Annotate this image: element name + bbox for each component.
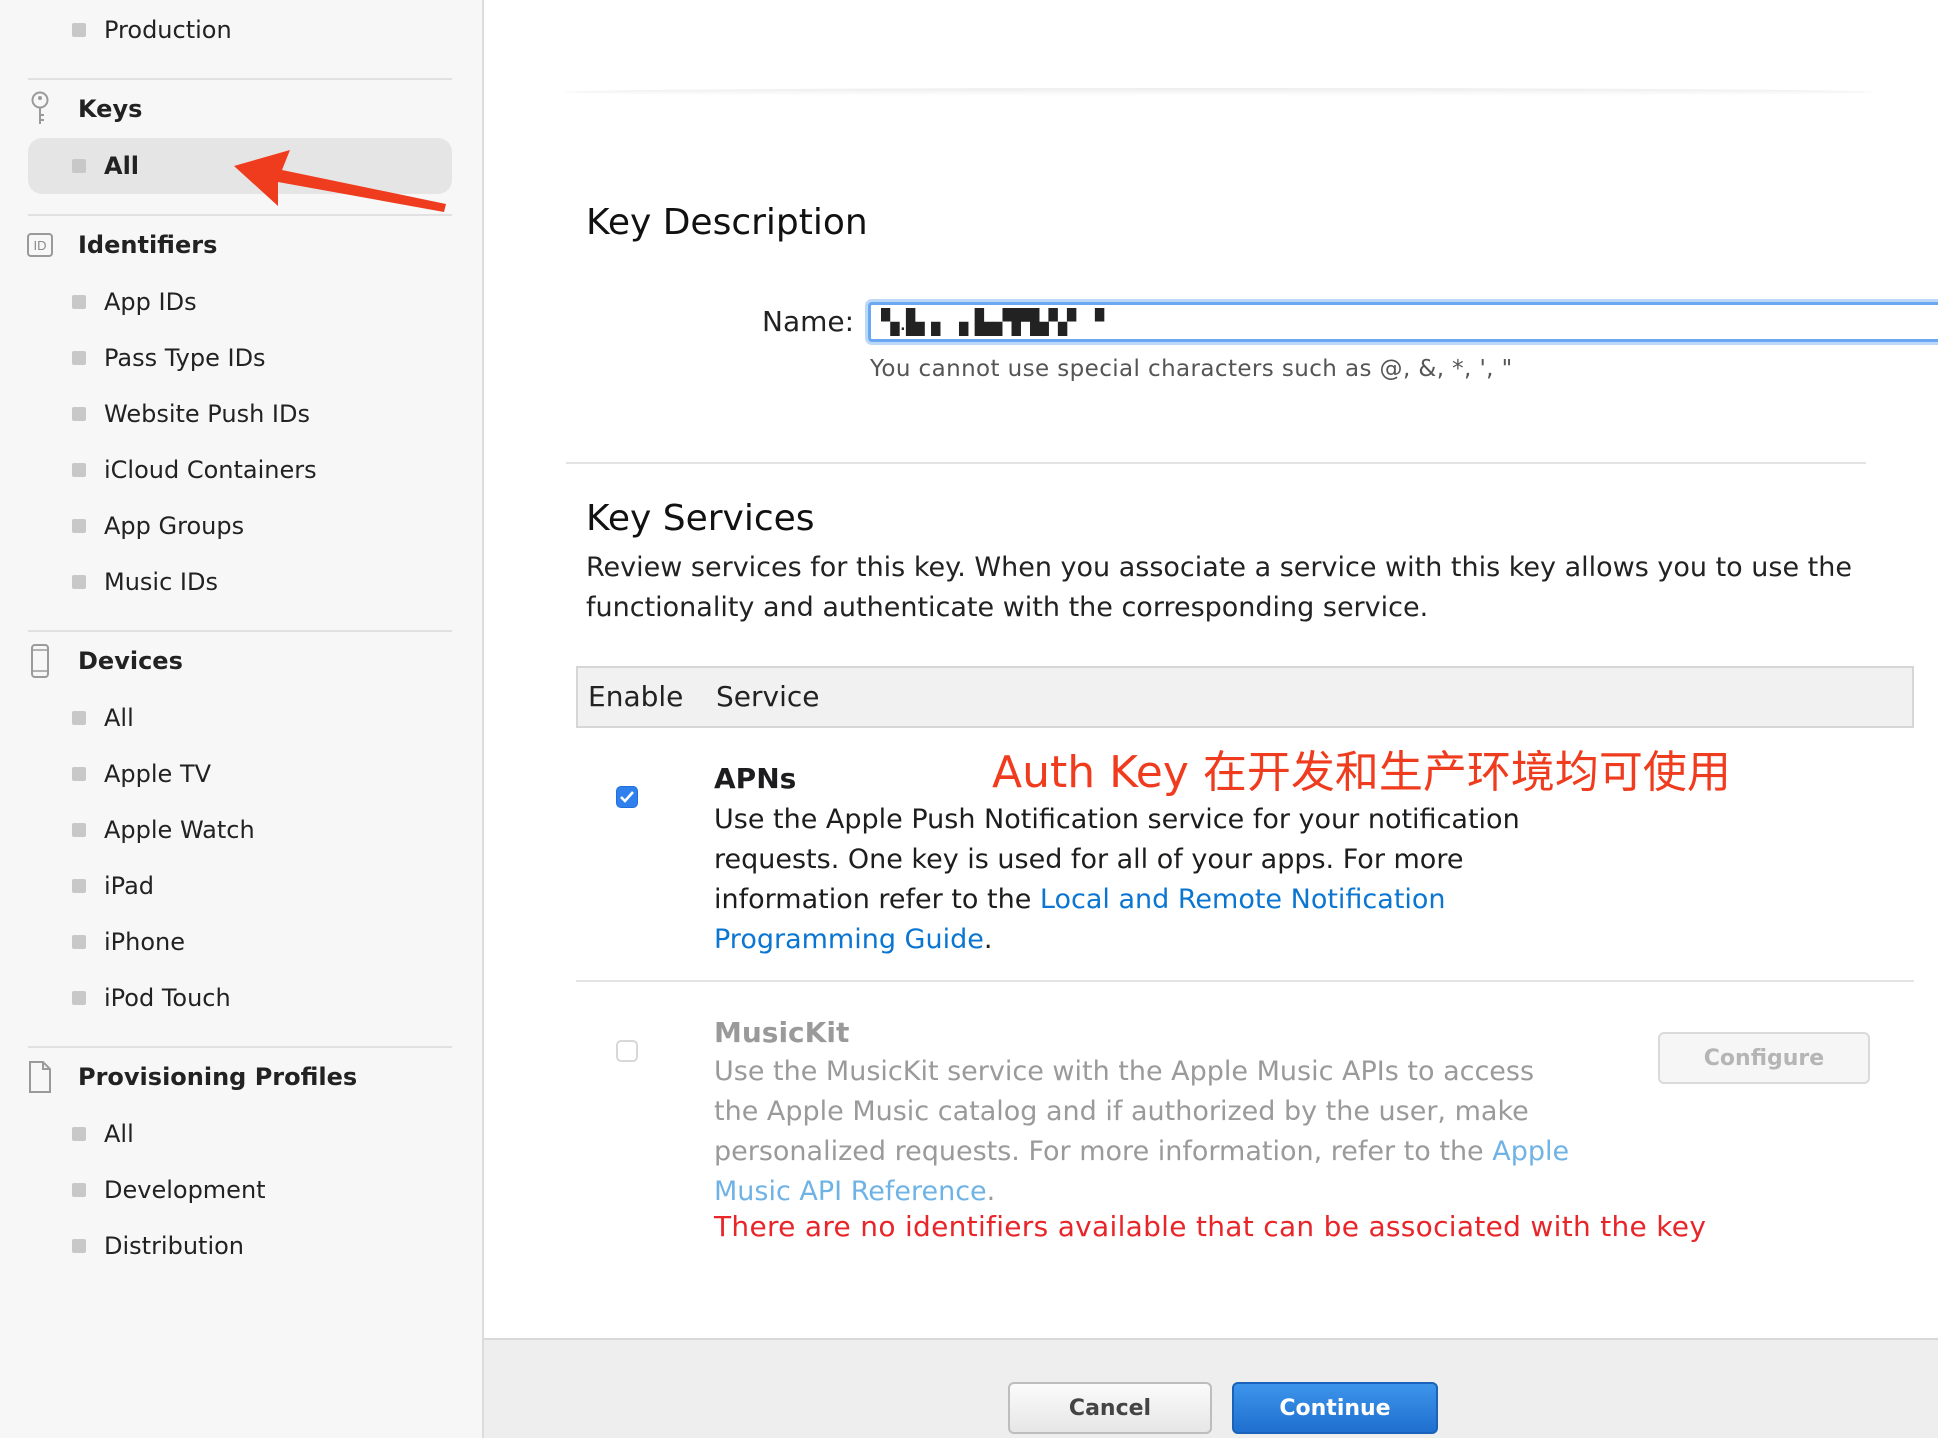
bullet: [72, 351, 86, 365]
sidebar-section-identifiers: ID Identifiers: [24, 220, 452, 270]
services-table-header: Enable Service: [576, 666, 1914, 728]
sidebar-item-production[interactable]: Production: [28, 2, 452, 58]
apns-checkbox[interactable]: [616, 786, 638, 808]
sidebar-item-label: iPad: [104, 872, 155, 900]
apns-service-name: APNs: [714, 762, 797, 795]
bullet: [72, 1239, 86, 1253]
key-icon: [24, 91, 56, 127]
sidebar-section-devices: Devices: [24, 636, 452, 686]
musickit-description: Use the MusicKit service with the Apple …: [714, 1052, 1584, 1212]
sidebar-item-profiles-all[interactable]: All: [28, 1106, 452, 1162]
row-divider: [576, 980, 1914, 982]
section-title-provisioning-profiles: Provisioning Profiles: [78, 1063, 358, 1091]
section-title-devices: Devices: [78, 647, 183, 675]
bullet: [72, 23, 86, 37]
sidebar-item-ipad[interactable]: iPad: [28, 858, 452, 914]
sidebar-item-label: Distribution: [104, 1232, 245, 1260]
sidebar-item-label: Website Push IDs: [104, 400, 310, 428]
sidebar-item-development[interactable]: Development: [28, 1162, 452, 1218]
sidebar-item-distribution[interactable]: Distribution: [28, 1218, 452, 1274]
sidebar-section-provisioning-profiles: Provisioning Profiles: [24, 1052, 452, 1102]
footer-bar: Cancel Continue: [484, 1338, 1938, 1438]
name-hint: You cannot use special characters such a…: [870, 356, 1513, 382]
sidebar-item-website-push-ids[interactable]: Website Push IDs: [28, 386, 452, 442]
musickit-description-end: .: [986, 1176, 996, 1207]
key-description-title: Key Description: [586, 202, 868, 243]
sidebar-item-label: iPod Touch: [104, 984, 231, 1012]
sidebar-divider: [28, 1046, 452, 1048]
musickit-warning: There are no identifiers available that …: [714, 1210, 1707, 1243]
key-services-title: Key Services: [586, 498, 815, 539]
sidebar-item-apple-watch[interactable]: Apple Watch: [28, 802, 452, 858]
sidebar-item-label: Pass Type IDs: [104, 344, 266, 372]
sidebar-item-app-groups[interactable]: App Groups: [28, 498, 452, 554]
sidebar-item-icloud-containers[interactable]: iCloud Containers: [28, 442, 452, 498]
sidebar-item-app-ids[interactable]: App IDs: [28, 274, 452, 330]
bullet: [72, 1183, 86, 1197]
bullet: [72, 295, 86, 309]
bullet: [72, 879, 86, 893]
sidebar-item-apple-tv[interactable]: Apple TV: [28, 746, 452, 802]
apns-description-end: .: [983, 924, 993, 955]
annotation-text: Auth Key 在开发和生产环境均可使用: [992, 747, 1731, 798]
bullet: [72, 711, 86, 725]
sidebar-divider: [28, 78, 452, 80]
bullet: [72, 575, 86, 589]
sidebar-item-label: All: [104, 704, 134, 732]
section-title-keys: Keys: [78, 95, 143, 123]
musickit-checkbox[interactable]: [616, 1040, 638, 1062]
bullet: [72, 1127, 86, 1141]
sidebar-divider: [28, 630, 452, 632]
configure-button[interactable]: Configure: [1658, 1032, 1870, 1084]
sidebar-item-label: All: [104, 1120, 134, 1148]
sidebar-item-label: Music IDs: [104, 568, 218, 596]
column-header-service: Service: [716, 680, 820, 713]
key-name-input[interactable]: [868, 302, 1938, 342]
sidebar-item-label: Production: [104, 16, 232, 44]
bullet: [72, 767, 86, 781]
sidebar-item-label: App IDs: [104, 288, 197, 316]
sidebar-item-devices-all[interactable]: All: [28, 690, 452, 746]
sidebar-item-ipod-touch[interactable]: iPod Touch: [28, 970, 452, 1026]
name-label: Name:: [762, 305, 855, 338]
document-icon: [24, 1059, 56, 1095]
continue-button[interactable]: Continue: [1232, 1382, 1438, 1434]
sidebar-item-label: Apple TV: [104, 760, 212, 788]
bullet: [72, 991, 86, 1005]
main-content: Key Description Name: You cannot use spe…: [484, 0, 1938, 1438]
sidebar-item-label: iPhone: [104, 928, 186, 956]
bullet: [72, 159, 86, 173]
sidebar-item-label: Apple Watch: [104, 816, 255, 844]
checkmark-icon: [620, 791, 634, 803]
sidebar-item-label: App Groups: [104, 512, 245, 540]
section-title-identifiers: Identifiers: [78, 231, 218, 259]
musickit-description-text: Use the MusicKit service with the Apple …: [714, 1056, 1535, 1167]
apns-description: Use the Apple Push Notification service …: [714, 800, 1584, 960]
bullet: [72, 519, 86, 533]
sidebar-item-label: Development: [104, 1176, 266, 1204]
id-badge-text: ID: [27, 233, 53, 257]
cancel-button[interactable]: Cancel: [1008, 1382, 1212, 1434]
sidebar-item-label: iCloud Containers: [104, 456, 317, 484]
bullet: [72, 935, 86, 949]
column-header-enable: Enable: [588, 680, 684, 713]
sidebar-item-music-ids[interactable]: Music IDs: [28, 554, 452, 610]
key-services-description: Review services for this key. When you a…: [586, 552, 1852, 623]
sidebar-item-label: All: [104, 152, 140, 180]
red-arrow-annotation: [234, 150, 446, 212]
sidebar-item-iphone[interactable]: iPhone: [28, 914, 452, 970]
id-badge-icon: ID: [24, 227, 56, 263]
sidebar-item-pass-type-ids[interactable]: Pass Type IDs: [28, 330, 452, 386]
musickit-service-name: MusicKit: [714, 1016, 850, 1049]
top-shadow: [564, 88, 1874, 96]
section-divider: [566, 462, 1866, 464]
bullet: [72, 463, 86, 477]
phone-icon: [24, 643, 56, 679]
bullet: [72, 407, 86, 421]
bullet: [72, 823, 86, 837]
sidebar-section-keys: Keys: [24, 84, 452, 134]
